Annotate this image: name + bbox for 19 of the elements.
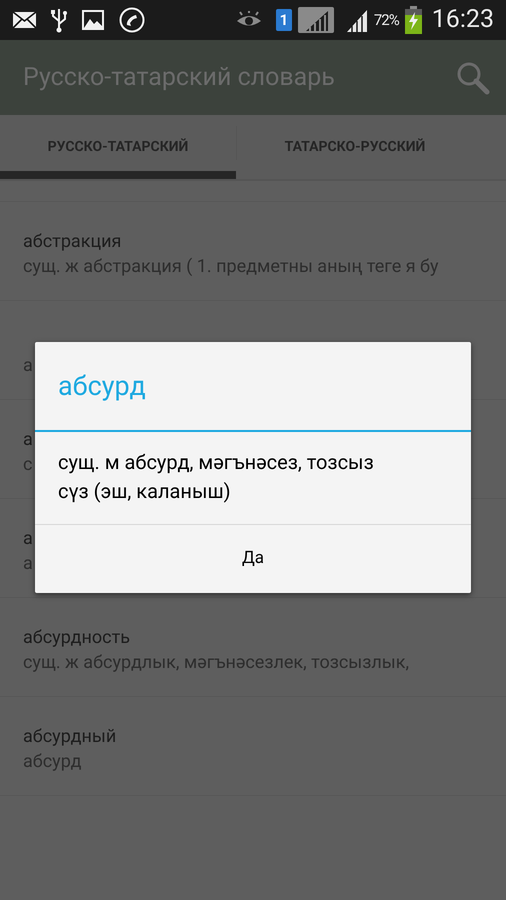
search-button[interactable] [456,60,490,94]
dialog-title: абсурд [58,368,146,404]
dialog-message: сущ. м абсурд, мәгънәсез, тозсыз сүз (эш, каланыш) [58,449,375,505]
sim-badge: 1 [276,9,292,31]
image-icon [81,9,105,31]
entry-word: абстракция [23,230,122,254]
signal-icon [298,7,334,33]
entry-word: абсурдный [23,725,116,749]
entry-word: абсурдность [23,626,130,650]
battery-percent: 72% [374,10,399,31]
phone-icon [119,7,145,33]
entry-word: а [23,428,33,452]
mail-icon [12,11,37,29]
ok-button[interactable]: Да [35,525,471,593]
signal-icon [346,8,368,32]
usb-icon [51,7,67,33]
entry-word: а [23,527,33,551]
clock: 16:23 [432,4,494,36]
battery-icon [404,6,422,34]
